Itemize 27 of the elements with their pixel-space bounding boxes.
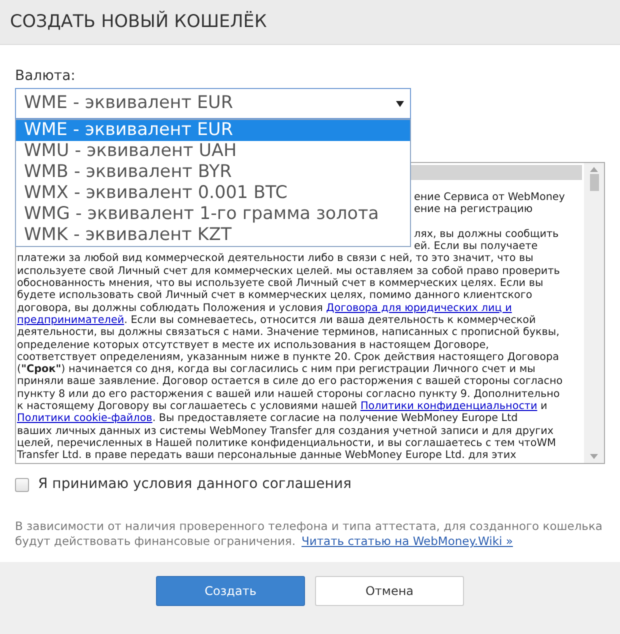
currency-select[interactable]: WME - эквивалент EUR (15, 88, 411, 119)
dialog-title: СОЗДАТЬ НОВЫЙ КОШЕЛЁК (10, 10, 267, 34)
scroll-down-icon[interactable] (590, 454, 598, 459)
wiki-link[interactable]: Читать статью на WebMoney.Wiki » (302, 534, 513, 548)
accept-label[interactable]: Я принимаю условия данного соглашения (38, 474, 352, 495)
agreement-link[interactable]: Политики конфиденциальности (360, 400, 538, 412)
scroll-thumb[interactable] (590, 174, 598, 191)
currency-option[interactable]: WMG - эквивалент 1-го грамма золота (16, 204, 410, 225)
agreement-text-fragment: ение Сервиса от WebMoney ение на регистрацию (414, 191, 565, 216)
currency-option[interactable]: WMB - эквивалент BYR (16, 162, 410, 183)
agreement-link[interactable]: предпринимателей (17, 314, 124, 326)
agreement-paragraph: платежи за любой вид коммерческой деятельности либо в связи с ней, то это значит, что вы используете свой Личный счет для коммерческих целей. мы оставляем за собой право проверить обоснованность мнения, что вы используете свой Личный счет в коммерческих целях. Если вы будете использовать свой Личный счет в коммерческих целях, помимо данного клиентского договора, вы должны соблюдать Положения и условия Договора для юридических лиц и предпринимателей. Если вы сомневаетесь, относится ли ваша деятельность к коммерческой деятельности, вы должны связаться с нами. Значение терминов, написанных с прописной буквы, определение которых отсутствует в месте их использования в настоящем Договоре, соответствует определениям, указанным ниже в пункте 20. Срок действия настоящего Договора ("Срок") начинается со дня, когда вы согласились с ним при регистрации Личного счет и мы приняли ваше заявление. Договор остается в силе до его расторжения с вашей стороны согласно пункту 8 или до его расторжения с вашей или нашей стороны согласно пункту 9. Дополнительно к настоящему Договору вы соглашаетесь с условиями нашей Политики конфиденциальности и Политики cookie-файлов. Вы предоставляете согласие на получение WebMoney Europe Ltd ваших личных данных из системы WebMoney Transfer для создания учетной записи и для других целей, перечисленных в Нашей политике конфиденциальности, и вы соглашаетесь с тем чтоWM Transfer Ltd. в праве передать ваши персональные данные WebMoney Europe Ltd. для этих (17, 252, 563, 462)
currency-option[interactable]: WMU - эквивалент UAH (16, 141, 410, 162)
scrollbar[interactable] (584, 163, 604, 463)
currency-option[interactable]: WME - эквивалент EUR (16, 120, 410, 141)
currency-label: Валюта: (15, 67, 76, 85)
create-button[interactable]: Создать (156, 576, 305, 606)
scroll-up-icon[interactable] (590, 167, 598, 172)
limits-note: В зависимости от наличия проверенного телефона и типа аттестата, для созданного кошелька будут действовать финансовые ограничения. Читать статью на WebMoney.Wiki » (15, 519, 604, 549)
caret-icon (396, 100, 404, 106)
accept-checkbox[interactable] (15, 478, 29, 492)
cancel-button[interactable]: Отмена (315, 576, 464, 606)
currency-option[interactable]: WMX - эквивалент 0.001 BTC (16, 183, 410, 204)
agreement-link[interactable]: Политики cookie-файлов (17, 412, 152, 424)
agreement-text-fragment: лях, вы должны сообщить ей. Если вы получаете (414, 228, 559, 252)
agreement-link[interactable]: Договора для юридических лиц и (326, 302, 512, 314)
currency-option[interactable]: WMK - эквивалент KZT (16, 225, 410, 246)
